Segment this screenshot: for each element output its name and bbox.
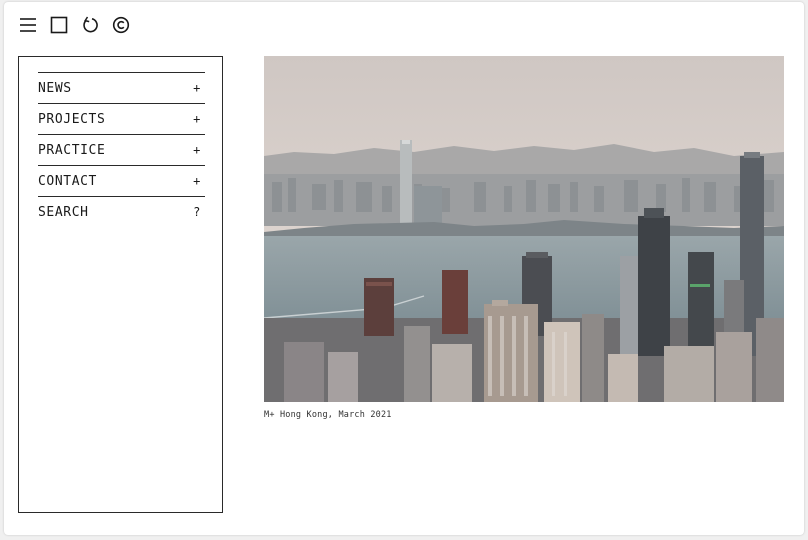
nav-item-label: NEWS (38, 80, 72, 96)
toolbar (18, 15, 142, 35)
expand-icon[interactable]: + (193, 174, 205, 188)
help-icon[interactable]: ? (193, 205, 205, 219)
nav-item-projects[interactable]: PROJECTS + (38, 103, 205, 134)
nav-panel: NEWS + PROJECTS + PRACTICE + CONTACT + S… (18, 56, 223, 513)
nav-item-label: CONTACT (38, 173, 97, 189)
nav-item-label: SEARCH (38, 204, 89, 220)
nav-item-search[interactable]: SEARCH ? (38, 196, 205, 227)
expand-icon[interactable]: + (193, 112, 205, 126)
image-caption: M+ Hong Kong, March 2021 (264, 410, 392, 420)
hero-image (264, 56, 784, 402)
nav-item-news[interactable]: NEWS + (38, 72, 205, 103)
expand-icon[interactable]: + (193, 143, 205, 157)
menu-icon[interactable] (18, 15, 38, 35)
expand-icon[interactable]: + (193, 81, 205, 95)
refresh-icon[interactable] (80, 15, 100, 35)
nav-item-label: PRACTICE (38, 142, 106, 158)
nav-item-practice[interactable]: PRACTICE + (38, 134, 205, 165)
city-skyline-image (264, 56, 784, 402)
nav-item-contact[interactable]: CONTACT + (38, 165, 205, 196)
nav-item-label: PROJECTS (38, 111, 106, 127)
copyright-icon[interactable] (111, 15, 131, 35)
nav-list: NEWS + PROJECTS + PRACTICE + CONTACT + S… (38, 72, 205, 227)
square-icon[interactable] (49, 15, 69, 35)
